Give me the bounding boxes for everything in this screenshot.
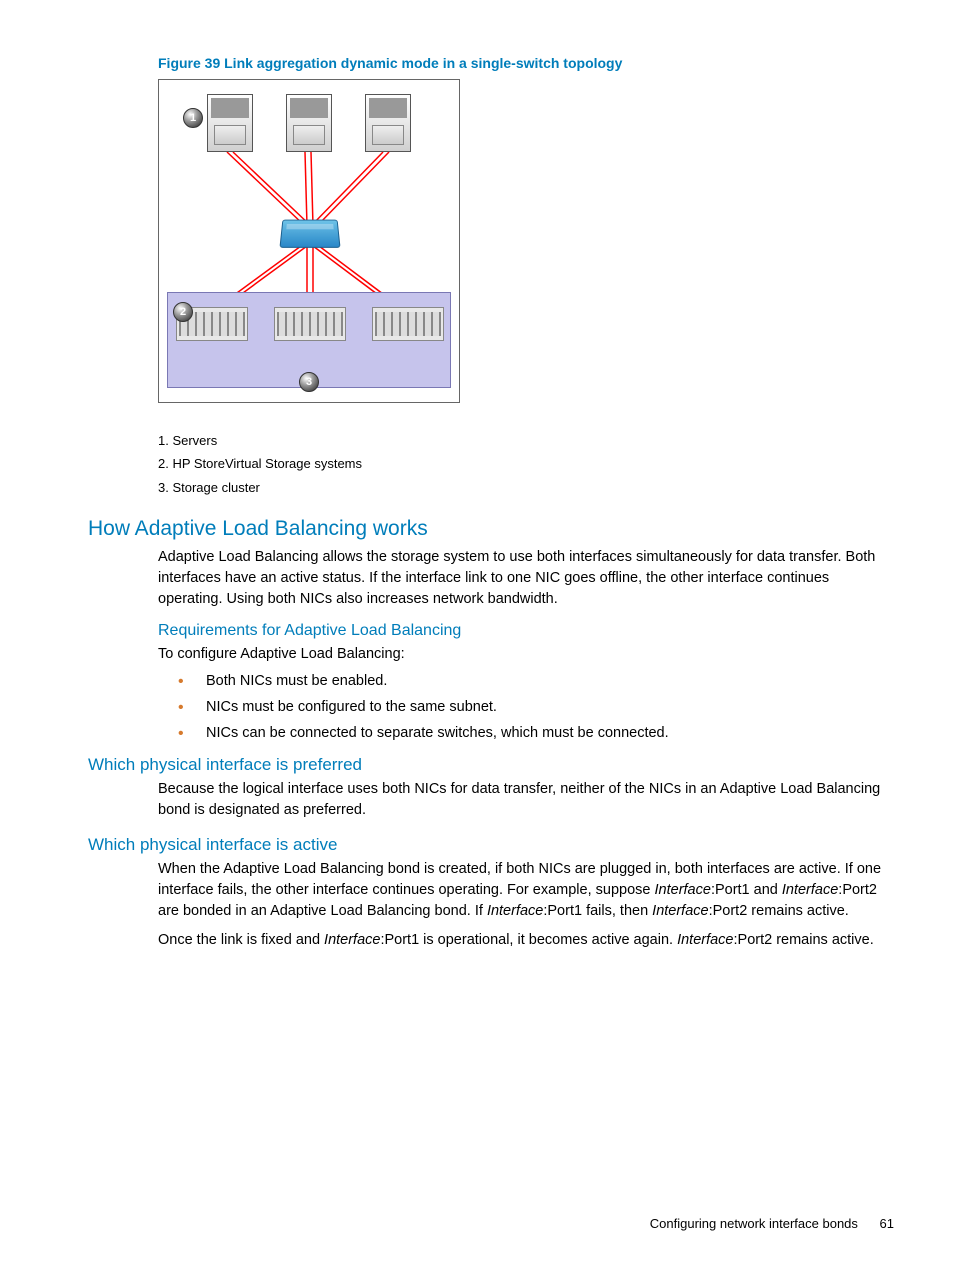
list-item: Both NICs must be enabled. — [178, 673, 892, 689]
callout-1: 1 — [183, 108, 203, 128]
list-item: NICs can be connected to separate switch… — [178, 725, 892, 741]
paragraph: Adaptive Load Balancing allows the stora… — [158, 547, 892, 610]
switch-icon — [279, 220, 340, 248]
figure-legend: 1. Servers 2. HP StoreVirtual Storage sy… — [158, 429, 892, 499]
heading-active-interface: Which physical interface is active — [88, 835, 892, 855]
legend-item: 1. Servers — [158, 429, 892, 452]
legend-item: 3. Storage cluster — [158, 476, 892, 499]
paragraph: To configure Adaptive Load Balancing: — [158, 644, 892, 665]
server-icon — [365, 94, 411, 152]
requirements-list: Both NICs must be enabled. NICs must be … — [178, 673, 892, 741]
heading-how-alb-works: How Adaptive Load Balancing works — [88, 517, 892, 541]
legend-item: 2. HP StoreVirtual Storage systems — [158, 452, 892, 475]
callout-2: 2 — [173, 302, 193, 322]
figure-caption: Figure 39 Link aggregation dynamic mode … — [158, 55, 892, 71]
list-item: NICs must be configured to the same subn… — [178, 699, 892, 715]
paragraph: Once the link is fixed and Interface:Por… — [158, 930, 892, 951]
storage-icon — [274, 307, 346, 341]
topology-diagram: 1 2 3 — [158, 79, 460, 403]
heading-requirements: Requirements for Adaptive Load Balancing — [158, 622, 892, 640]
callout-3: 3 — [299, 372, 319, 392]
paragraph: Because the logical interface uses both … — [158, 779, 892, 821]
server-icon — [286, 94, 332, 152]
footer-section-title: Configuring network interface bonds — [650, 1216, 858, 1231]
server-icon — [207, 94, 253, 152]
page-number: 61 — [880, 1216, 894, 1231]
page-footer: Configuring network interface bonds 61 — [650, 1216, 894, 1231]
heading-preferred-interface: Which physical interface is preferred — [88, 755, 892, 775]
paragraph: When the Adaptive Load Balancing bond is… — [158, 859, 892, 922]
storage-icon — [372, 307, 444, 341]
